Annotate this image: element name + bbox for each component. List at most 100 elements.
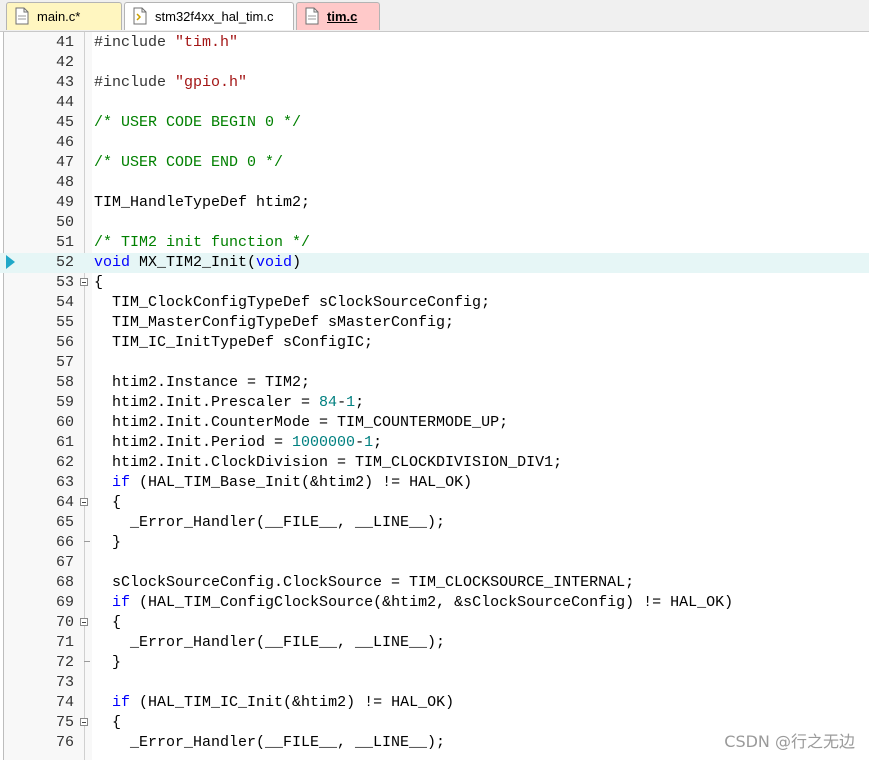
code-token: void [94, 254, 131, 271]
line-number: 42 [55, 54, 74, 71]
code-token: if [112, 694, 131, 711]
code-line[interactable]: 50 [0, 213, 869, 233]
code-token: htim2.Instance = TIM2; [94, 374, 311, 391]
code-token: { [94, 714, 122, 731]
code-token: (HAL_TIM_IC_Init(&htim2) != HAL_OK) [130, 694, 455, 711]
fold-collapse-icon[interactable] [80, 718, 88, 726]
line-number: 68 [55, 574, 74, 591]
code-token: (HAL_TIM_Base_Init(&htim2) != HAL_OK) [130, 474, 473, 491]
code-line[interactable]: 43 #include "gpio.h" [0, 73, 869, 93]
code-line[interactable]: 47 /* USER CODE END 0 */ [0, 153, 869, 173]
code-line[interactable]: 52 void MX_TIM2_Init(void) [0, 253, 869, 273]
fold-end-marker [84, 661, 90, 662]
code-text: } [94, 533, 121, 553]
code-line[interactable]: 53 { [0, 273, 869, 293]
code-text: /* TIM2 init function */ [94, 233, 310, 253]
line-number: 41 [55, 34, 74, 51]
code-text: if (HAL_TIM_IC_Init(&htim2) != HAL_OK) [94, 693, 454, 713]
code-line[interactable]: 70 { [0, 613, 869, 633]
line-number: 55 [55, 314, 74, 331]
code-line[interactable]: 42 [0, 53, 869, 73]
fold-collapse-icon[interactable] [80, 278, 88, 286]
code-line[interactable]: 46 [0, 133, 869, 153]
code-line[interactable]: 41 #include "tim.h" [0, 33, 869, 53]
line-number: 60 [55, 414, 74, 431]
code-token: { [94, 494, 122, 511]
code-token: htim2.Init.Period = [94, 434, 293, 451]
code-line[interactable]: 58 htim2.Instance = TIM2; [0, 373, 869, 393]
line-number: 57 [55, 354, 74, 371]
code-token: "gpio.h" [175, 74, 248, 91]
code-line[interactable]: 71 _Error_Handler(__FILE__, __LINE__); [0, 633, 869, 653]
code-line[interactable]: 64 { [0, 493, 869, 513]
tab-tim-c[interactable]: tim.c [296, 2, 380, 30]
code-line[interactable]: 55 TIM_MasterConfigTypeDef sMasterConfig… [0, 313, 869, 333]
code-token: 1 [364, 434, 374, 451]
code-token: { [94, 274, 104, 291]
line-number: 75 [55, 714, 74, 731]
line-number: 71 [55, 634, 74, 651]
line-number: 62 [55, 454, 74, 471]
code-text: htim2.Init.Prescaler = 84-1; [94, 393, 364, 413]
c-file-icon [305, 7, 319, 25]
code-text: { [94, 273, 103, 293]
code-token: TIM_MasterConfigTypeDef sMasterConfig; [94, 314, 455, 331]
code-text: { [94, 613, 121, 633]
code-token: (HAL_TIM_ConfigClockSource(&htim2, &sClo… [130, 594, 734, 611]
code-text: TIM_ClockConfigTypeDef sClockSourceConfi… [94, 293, 490, 313]
tab-stm32f4xx-hal-tim-c[interactable]: stm32f4xx_hal_tim.c [124, 2, 294, 30]
code-line[interactable]: 44 [0, 93, 869, 113]
code-line[interactable]: 56 TIM_IC_InitTypeDef sConfigIC; [0, 333, 869, 353]
code-line[interactable]: 60 htim2.Init.CounterMode = TIM_COUNTERM… [0, 413, 869, 433]
code-token: MX_TIM2_Init( [130, 254, 257, 271]
code-line[interactable]: 73 [0, 673, 869, 693]
code-token: _Error_Handler(__FILE__, __LINE__); [94, 514, 446, 531]
line-number: 63 [55, 474, 74, 491]
code-line[interactable]: 51 /* TIM2 init function */ [0, 233, 869, 253]
fold-collapse-icon[interactable] [80, 498, 88, 506]
code-editor[interactable]: 41 #include "tim.h" 42 43 #include "gpio.h" 4… [0, 32, 869, 760]
code-token: #include [94, 34, 176, 51]
line-number: 48 [55, 174, 74, 191]
code-token: 1 [346, 394, 356, 411]
line-number: 74 [55, 694, 74, 711]
code-line[interactable]: 54 TIM_ClockConfigTypeDef sClockSourceCo… [0, 293, 869, 313]
code-text: htim2.Init.Period = 1000000-1; [94, 433, 382, 453]
code-line[interactable]: 63 if (HAL_TIM_Base_Init(&htim2) != HAL_… [0, 473, 869, 493]
code-line[interactable]: 57 [0, 353, 869, 373]
code-token: { [94, 614, 122, 631]
code-line[interactable]: 74 if (HAL_TIM_IC_Init(&htim2) != HAL_OK… [0, 693, 869, 713]
code-text: void MX_TIM2_Init(void) [94, 253, 301, 273]
code-line[interactable]: 67 [0, 553, 869, 573]
code-token: htim2.Init.CounterMode = TIM_COUNTERMODE… [94, 414, 509, 431]
code-line[interactable]: 48 [0, 173, 869, 193]
code-token: - [337, 394, 347, 411]
code-token: } [94, 654, 122, 671]
line-number: 45 [55, 114, 74, 131]
fold-collapse-icon[interactable] [80, 618, 88, 626]
code-line[interactable]: 65 _Error_Handler(__FILE__, __LINE__); [0, 513, 869, 533]
code-line[interactable]: 68 sClockSourceConfig.ClockSource = TIM_… [0, 573, 869, 593]
code-line[interactable]: 49 TIM_HandleTypeDef htim2; [0, 193, 869, 213]
line-number: 70 [55, 614, 74, 631]
code-token: /* USER CODE END 0 */ [94, 154, 284, 171]
code-line[interactable]: 72 } [0, 653, 869, 673]
c-file-icon [15, 7, 29, 25]
code-line[interactable]: 59 htim2.Init.Prescaler = 84-1; [0, 393, 869, 413]
code-line[interactable]: 69 if (HAL_TIM_ConfigClockSource(&htim2,… [0, 593, 869, 613]
code-line[interactable]: 61 htim2.Init.Period = 1000000-1; [0, 433, 869, 453]
tab-main-c[interactable]: main.c* [6, 2, 122, 30]
code-line[interactable]: 62 htim2.Init.ClockDivision = TIM_CLOCKD… [0, 453, 869, 473]
code-text: #include "tim.h" [94, 33, 238, 53]
tab-label: tim.c [327, 9, 358, 24]
code-line[interactable]: 66 } [0, 533, 869, 553]
line-number: 58 [55, 374, 74, 391]
line-number: 53 [55, 274, 74, 291]
code-token: sClockSourceConfig.ClockSource = TIM_CLO… [94, 574, 635, 591]
code-line[interactable]: 45 /* USER CODE BEGIN 0 */ [0, 113, 869, 133]
line-number: 69 [55, 594, 74, 611]
code-token: /* TIM2 init function */ [94, 234, 311, 251]
code-token: TIM_ClockConfigTypeDef sClockSourceConfi… [94, 294, 491, 311]
line-number: 73 [55, 674, 74, 691]
